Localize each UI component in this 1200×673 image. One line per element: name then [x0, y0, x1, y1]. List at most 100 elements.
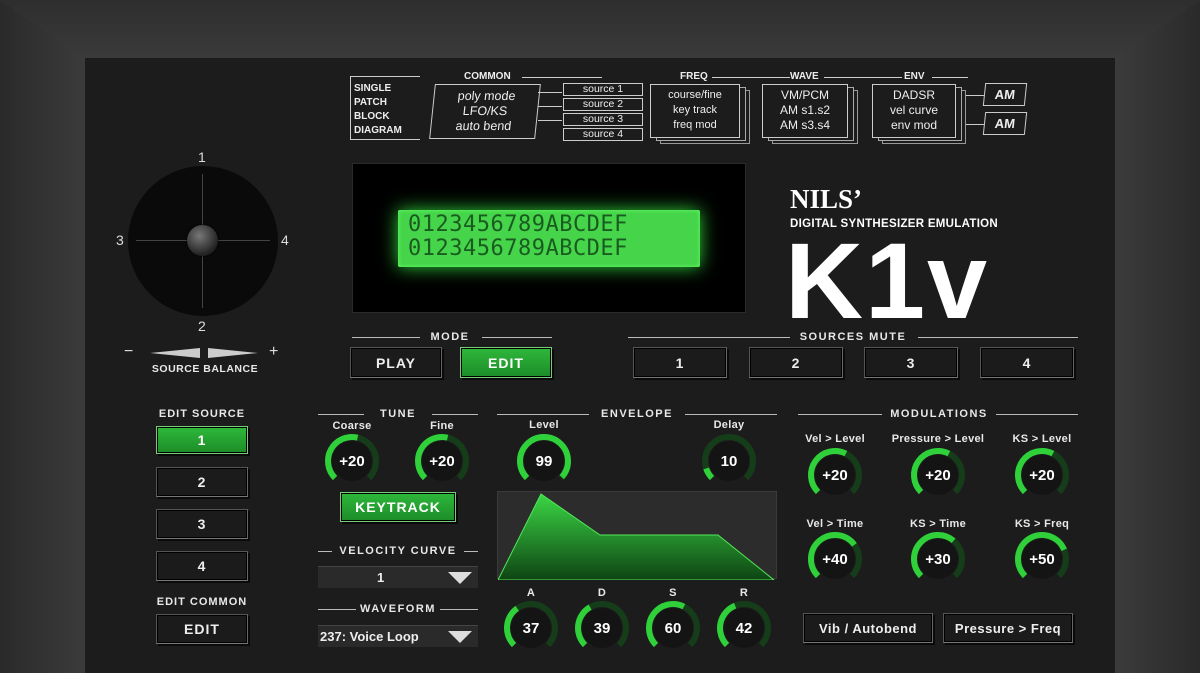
wave-am-s3s4: AM s3.s4 [779, 118, 830, 132]
sustain-value: 60 [664, 619, 682, 637]
fine-knob[interactable]: +20 [413, 432, 471, 490]
lcd-line-1: 0123456789ABCDEF [408, 212, 628, 237]
source-3-box: source 3 [563, 113, 643, 126]
joystick-label-bottom: 2 [198, 318, 206, 334]
attack-value: 37 [522, 619, 540, 637]
velocity-curve-value: 1 [377, 570, 385, 585]
pressure-level-value: +20 [925, 466, 951, 484]
vib-autobend-button[interactable]: Vib / Autobend [803, 613, 933, 643]
delay-value: 10 [720, 452, 738, 470]
edit-source-2-button[interactable]: 2 [156, 467, 248, 497]
diagram-title-1: SINGLE [354, 83, 392, 94]
source-4-box: source 4 [563, 128, 643, 141]
mute-source-1-button[interactable]: 1 [633, 347, 727, 378]
am-box-2: AM [982, 112, 1028, 135]
joystick-label-right: 4 [281, 232, 289, 248]
source-2-box: source 2 [563, 98, 643, 111]
pressure-level-knob[interactable]: +20 [909, 446, 967, 504]
ks-time-knob[interactable]: +30 [909, 530, 967, 588]
fine-value: +20 [429, 452, 455, 470]
vel-level-value: +20 [822, 466, 848, 484]
mute-source-2-button[interactable]: 2 [749, 347, 843, 378]
edit-source-1-button[interactable]: 1 [156, 426, 248, 454]
decay-label: D [597, 587, 607, 599]
sources-mute-label: SOURCES MUTE [799, 331, 907, 343]
ks-level-knob[interactable]: +20 [1013, 446, 1071, 504]
vel-level-knob[interactable]: +20 [806, 446, 864, 504]
coarse-label: Coarse [332, 420, 372, 432]
delay-label: Delay [713, 419, 745, 431]
edit-mode-button[interactable]: EDIT [460, 347, 552, 378]
attack-knob[interactable]: 37 [502, 599, 560, 657]
diagram-wave-label: WAVE [790, 71, 819, 82]
freq-course-fine: course/fine [668, 89, 722, 101]
waveform-value: 237: Voice Loop [320, 629, 419, 644]
brand-model: K1v [785, 220, 990, 341]
source-balance-joystick[interactable] [128, 166, 278, 316]
decay-knob[interactable]: 39 [573, 599, 631, 657]
decay-value: 39 [593, 619, 611, 637]
ks-freq-label: KS > Freq [1014, 518, 1070, 530]
envelope-label: ENVELOPE [601, 408, 673, 420]
attack-label: A [526, 587, 536, 599]
joystick-label-top: 1 [198, 149, 206, 165]
edit-source-label: EDIT SOURCE [158, 408, 246, 420]
balance-right-wedge[interactable] [208, 348, 258, 358]
ks-time-value: +30 [925, 550, 951, 568]
freq-mod: freq mod [673, 119, 717, 131]
edit-source-3-button[interactable]: 3 [156, 509, 248, 539]
mode-label: MODE [430, 331, 470, 343]
diagram-env-label: ENV [904, 71, 925, 82]
joystick-label-left: 3 [116, 232, 124, 248]
am-box-1: AM [982, 83, 1028, 106]
coarse-value: +20 [339, 452, 365, 470]
modulations-label: MODULATIONS [890, 408, 988, 420]
edit-common-label: EDIT COMMON [156, 596, 248, 608]
pressure-freq-button[interactable]: Pressure > Freq [943, 613, 1073, 643]
common-poly-mode: poly mode [457, 89, 517, 103]
mute-source-3-button[interactable]: 3 [864, 347, 958, 378]
env-dadsr: DADSR [892, 88, 935, 102]
ks-time-label: KS > Time [910, 518, 966, 530]
keytrack-button[interactable]: KEYTRACK [340, 492, 456, 522]
env-vel-curve: vel curve [889, 103, 939, 117]
diagram-freq-label: FREQ [680, 71, 708, 82]
edit-common-button[interactable]: EDIT [156, 614, 248, 644]
ks-freq-knob[interactable]: +50 [1013, 530, 1071, 588]
env-box: DADSR vel curve env mod [872, 84, 956, 138]
vel-level-label: Vel > Level [805, 433, 865, 445]
diagram-common-label: COMMON [464, 71, 511, 82]
freq-box: course/fine key track freq mod [650, 84, 740, 138]
level-label: Level [529, 419, 559, 431]
sustain-knob[interactable]: 60 [644, 599, 702, 657]
ks-level-value: +20 [1029, 466, 1055, 484]
coarse-knob[interactable]: +20 [323, 432, 381, 490]
joystick-handle[interactable] [187, 225, 218, 256]
mute-source-4-button[interactable]: 4 [980, 347, 1074, 378]
balance-plus-label: + [269, 343, 279, 360]
pressure-level-label: Pressure > Level [891, 433, 985, 445]
velocity-curve-dropdown[interactable]: 1 [318, 566, 478, 588]
vel-time-knob[interactable]: +40 [806, 530, 864, 588]
env-mod: env mod [890, 118, 938, 132]
lcd-display: 0123456789ABCDEF 0123456789ABCDEF [398, 210, 700, 267]
brand-name: NILS’ [790, 184, 863, 214]
release-knob[interactable]: 42 [715, 599, 773, 657]
top-bezel [0, 0, 1200, 58]
sustain-label: S [669, 587, 677, 599]
release-label: R [739, 587, 749, 599]
delay-knob[interactable]: 10 [700, 432, 758, 490]
fine-label: Fine [430, 420, 454, 432]
left-bezel [0, 0, 85, 673]
level-knob[interactable]: 99 [515, 432, 573, 490]
waveform-dropdown[interactable]: 237: Voice Loop [318, 625, 478, 647]
edit-source-4-button[interactable]: 4 [156, 551, 248, 581]
release-value: 42 [735, 619, 753, 637]
freq-key-track: key track [672, 104, 717, 116]
common-box: poly mode LFO/KS auto bend [429, 84, 541, 139]
play-button[interactable]: PLAY [350, 347, 442, 378]
envelope-graph [497, 491, 777, 581]
diagram-title-4: DIAGRAM [354, 125, 402, 136]
source-1-box: source 1 [563, 83, 643, 96]
balance-left-wedge[interactable] [150, 348, 200, 358]
